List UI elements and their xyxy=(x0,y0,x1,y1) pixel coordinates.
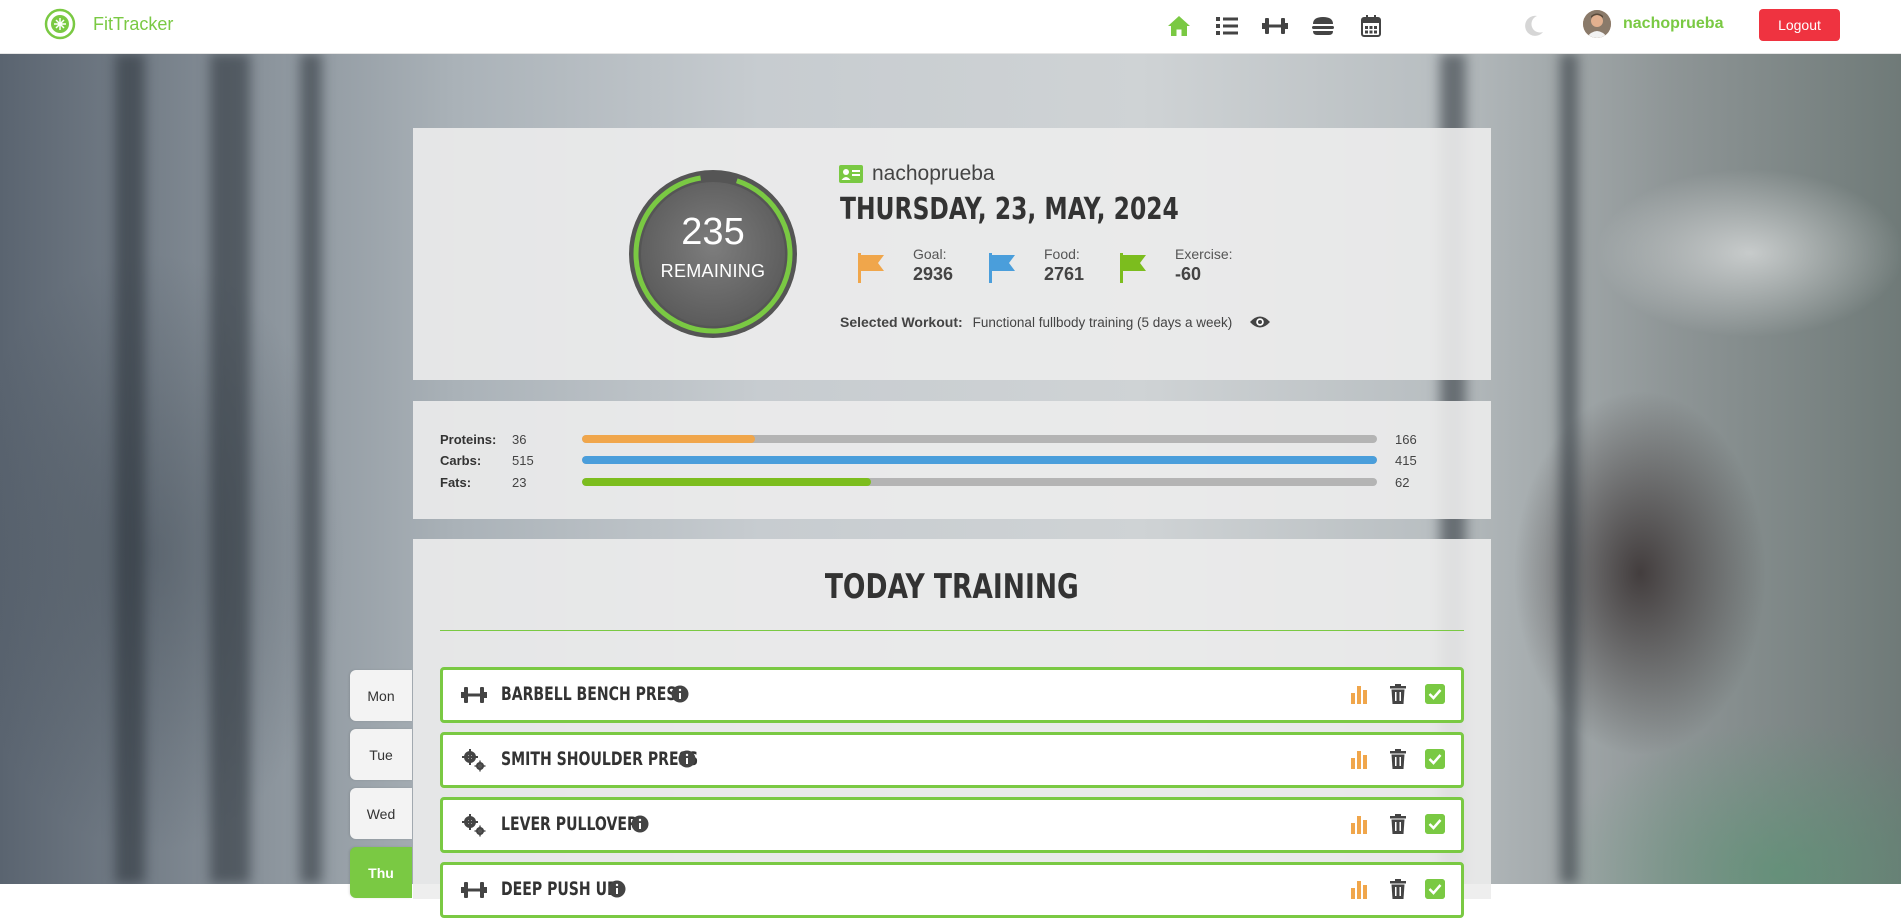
today-training-panel: TODAY TRAINING BARBELL BENCH PRESS SMITH… xyxy=(413,539,1491,918)
exercise-flag-icon xyxy=(1120,253,1146,283)
proteins-target: 166 xyxy=(1395,431,1417,447)
divider xyxy=(440,630,1464,631)
goal-flag-icon xyxy=(858,253,884,283)
goal-label: Goal: xyxy=(913,246,947,262)
remaining-label: REMAINING xyxy=(660,261,766,281)
nav-home[interactable] xyxy=(1155,11,1203,41)
list-icon xyxy=(1216,17,1238,35)
current-date: THURSDAY, 23, MAY, 2024 xyxy=(840,192,1179,227)
info-icon[interactable] xyxy=(631,815,649,833)
trash-icon[interactable] xyxy=(1389,684,1407,704)
stats-chart-icon[interactable] xyxy=(1350,879,1368,899)
main-nav xyxy=(1155,11,1395,41)
exercise-row[interactable]: DEEP PUSH UP xyxy=(440,862,1464,918)
home-icon xyxy=(1168,16,1190,36)
gears-icon xyxy=(462,814,486,837)
carbs-label: Carbs: xyxy=(440,452,482,468)
daily-summary-panel: 235 REMAINING nachoprueba THURSDAY, 23, … xyxy=(413,128,1491,380)
proteins-label: Proteins: xyxy=(440,431,497,447)
trash-icon[interactable] xyxy=(1389,879,1407,899)
logo-icon xyxy=(44,8,76,40)
stats-chart-icon[interactable] xyxy=(1350,684,1368,704)
food-value: 2761 xyxy=(1044,264,1085,284)
check-icon[interactable] xyxy=(1425,879,1445,899)
gears-icon xyxy=(462,749,486,772)
day-tab-thu[interactable]: Thu xyxy=(350,847,412,898)
calendar-icon xyxy=(1361,15,1381,37)
food-label: Food: xyxy=(1044,246,1080,262)
stats-chart-icon[interactable] xyxy=(1350,749,1368,769)
brand[interactable]: FitTracker xyxy=(44,8,173,40)
exercise-row[interactable]: SMITH SHOULDER PRESS xyxy=(440,732,1464,788)
exercise-name: SMITH SHOULDER PRESS xyxy=(501,748,699,770)
trash-icon[interactable] xyxy=(1389,749,1407,769)
macros-panel: Proteins: 36 166 Carbs: 515 415 Fats: 23… xyxy=(413,401,1491,519)
trash-icon[interactable] xyxy=(1389,814,1407,834)
exercise-label: Exercise: xyxy=(1175,246,1233,262)
carbs-current: 515 xyxy=(512,452,534,468)
workout-label: Selected Workout: xyxy=(840,314,963,330)
proteins-bar xyxy=(582,435,1377,443)
macro-carbs: Carbs: 515 415 xyxy=(440,451,1417,469)
check-icon[interactable] xyxy=(1425,749,1445,769)
nav-list[interactable] xyxy=(1203,11,1251,41)
logout-button[interactable]: Logout xyxy=(1759,9,1840,41)
profile-line: nachoprueba xyxy=(839,162,995,186)
nav-food[interactable] xyxy=(1299,11,1347,41)
exercise-row[interactable]: BARBELL BENCH PRESS xyxy=(440,667,1464,723)
exercise-row[interactable]: LEVER PULLOVER xyxy=(440,797,1464,853)
dumbbell-icon xyxy=(461,687,487,703)
calories-remaining: 235 REMAINING xyxy=(627,168,799,340)
app-name: FitTracker xyxy=(93,13,174,34)
nav-username: nachoprueba xyxy=(1623,15,1724,32)
exercise-name: DEEP PUSH UP xyxy=(501,878,618,900)
dumbbell-icon xyxy=(461,882,487,898)
fats-target: 62 xyxy=(1395,474,1410,490)
check-icon[interactable] xyxy=(1425,814,1445,834)
food-flag-icon xyxy=(989,253,1015,283)
food-stat: Food: 2761 xyxy=(988,246,1084,285)
carbs-target: 415 xyxy=(1395,452,1417,468)
dumbbell-icon xyxy=(1262,18,1288,34)
macro-proteins: Proteins: 36 166 xyxy=(440,430,1417,448)
macro-fats: Fats: 23 62 xyxy=(440,473,1409,491)
dark-mode-toggle-icon[interactable] xyxy=(1520,13,1546,39)
nav-workouts[interactable] xyxy=(1251,11,1299,41)
day-tab-wed[interactable]: Wed xyxy=(350,788,412,839)
day-tab-tue[interactable]: Tue xyxy=(350,729,412,780)
fats-bar xyxy=(582,478,1377,486)
avatar xyxy=(1583,10,1611,38)
exercise-stat: Exercise: -60 xyxy=(1119,246,1233,285)
exercise-value: -60 xyxy=(1175,264,1202,284)
training-title: TODAY TRAINING xyxy=(824,567,1079,607)
info-icon[interactable] xyxy=(671,685,689,703)
remaining-value: 235 xyxy=(681,211,745,253)
nav-calendar[interactable] xyxy=(1347,11,1395,41)
fats-current: 23 xyxy=(512,474,527,490)
exercise-name: BARBELL BENCH PRESS xyxy=(501,683,686,705)
id-card-icon xyxy=(839,165,863,183)
exercise-name: LEVER PULLOVER xyxy=(501,813,638,835)
top-navbar: FitTracker nachoprueba Logout xyxy=(0,0,1901,54)
day-tab-mon[interactable]: Mon xyxy=(350,670,412,721)
selected-workout: Selected Workout: Functional fullbody tr… xyxy=(840,314,1271,330)
burger-icon xyxy=(1312,17,1334,35)
check-icon[interactable] xyxy=(1425,684,1445,704)
proteins-current: 36 xyxy=(512,431,527,447)
goal-value: 2936 xyxy=(913,264,954,284)
profile-username: nachoprueba xyxy=(872,162,995,185)
carbs-bar xyxy=(582,456,1377,464)
fats-label: Fats: xyxy=(440,474,472,490)
workout-value: Functional fullbody training (5 days a w… xyxy=(972,314,1233,330)
stats-chart-icon[interactable] xyxy=(1350,814,1368,834)
goal-stat: Goal: 2936 xyxy=(857,246,953,285)
eye-icon[interactable] xyxy=(1249,314,1271,330)
info-icon[interactable] xyxy=(678,750,696,768)
info-icon[interactable] xyxy=(608,880,626,898)
user-menu[interactable]: nachoprueba xyxy=(1583,10,1723,38)
